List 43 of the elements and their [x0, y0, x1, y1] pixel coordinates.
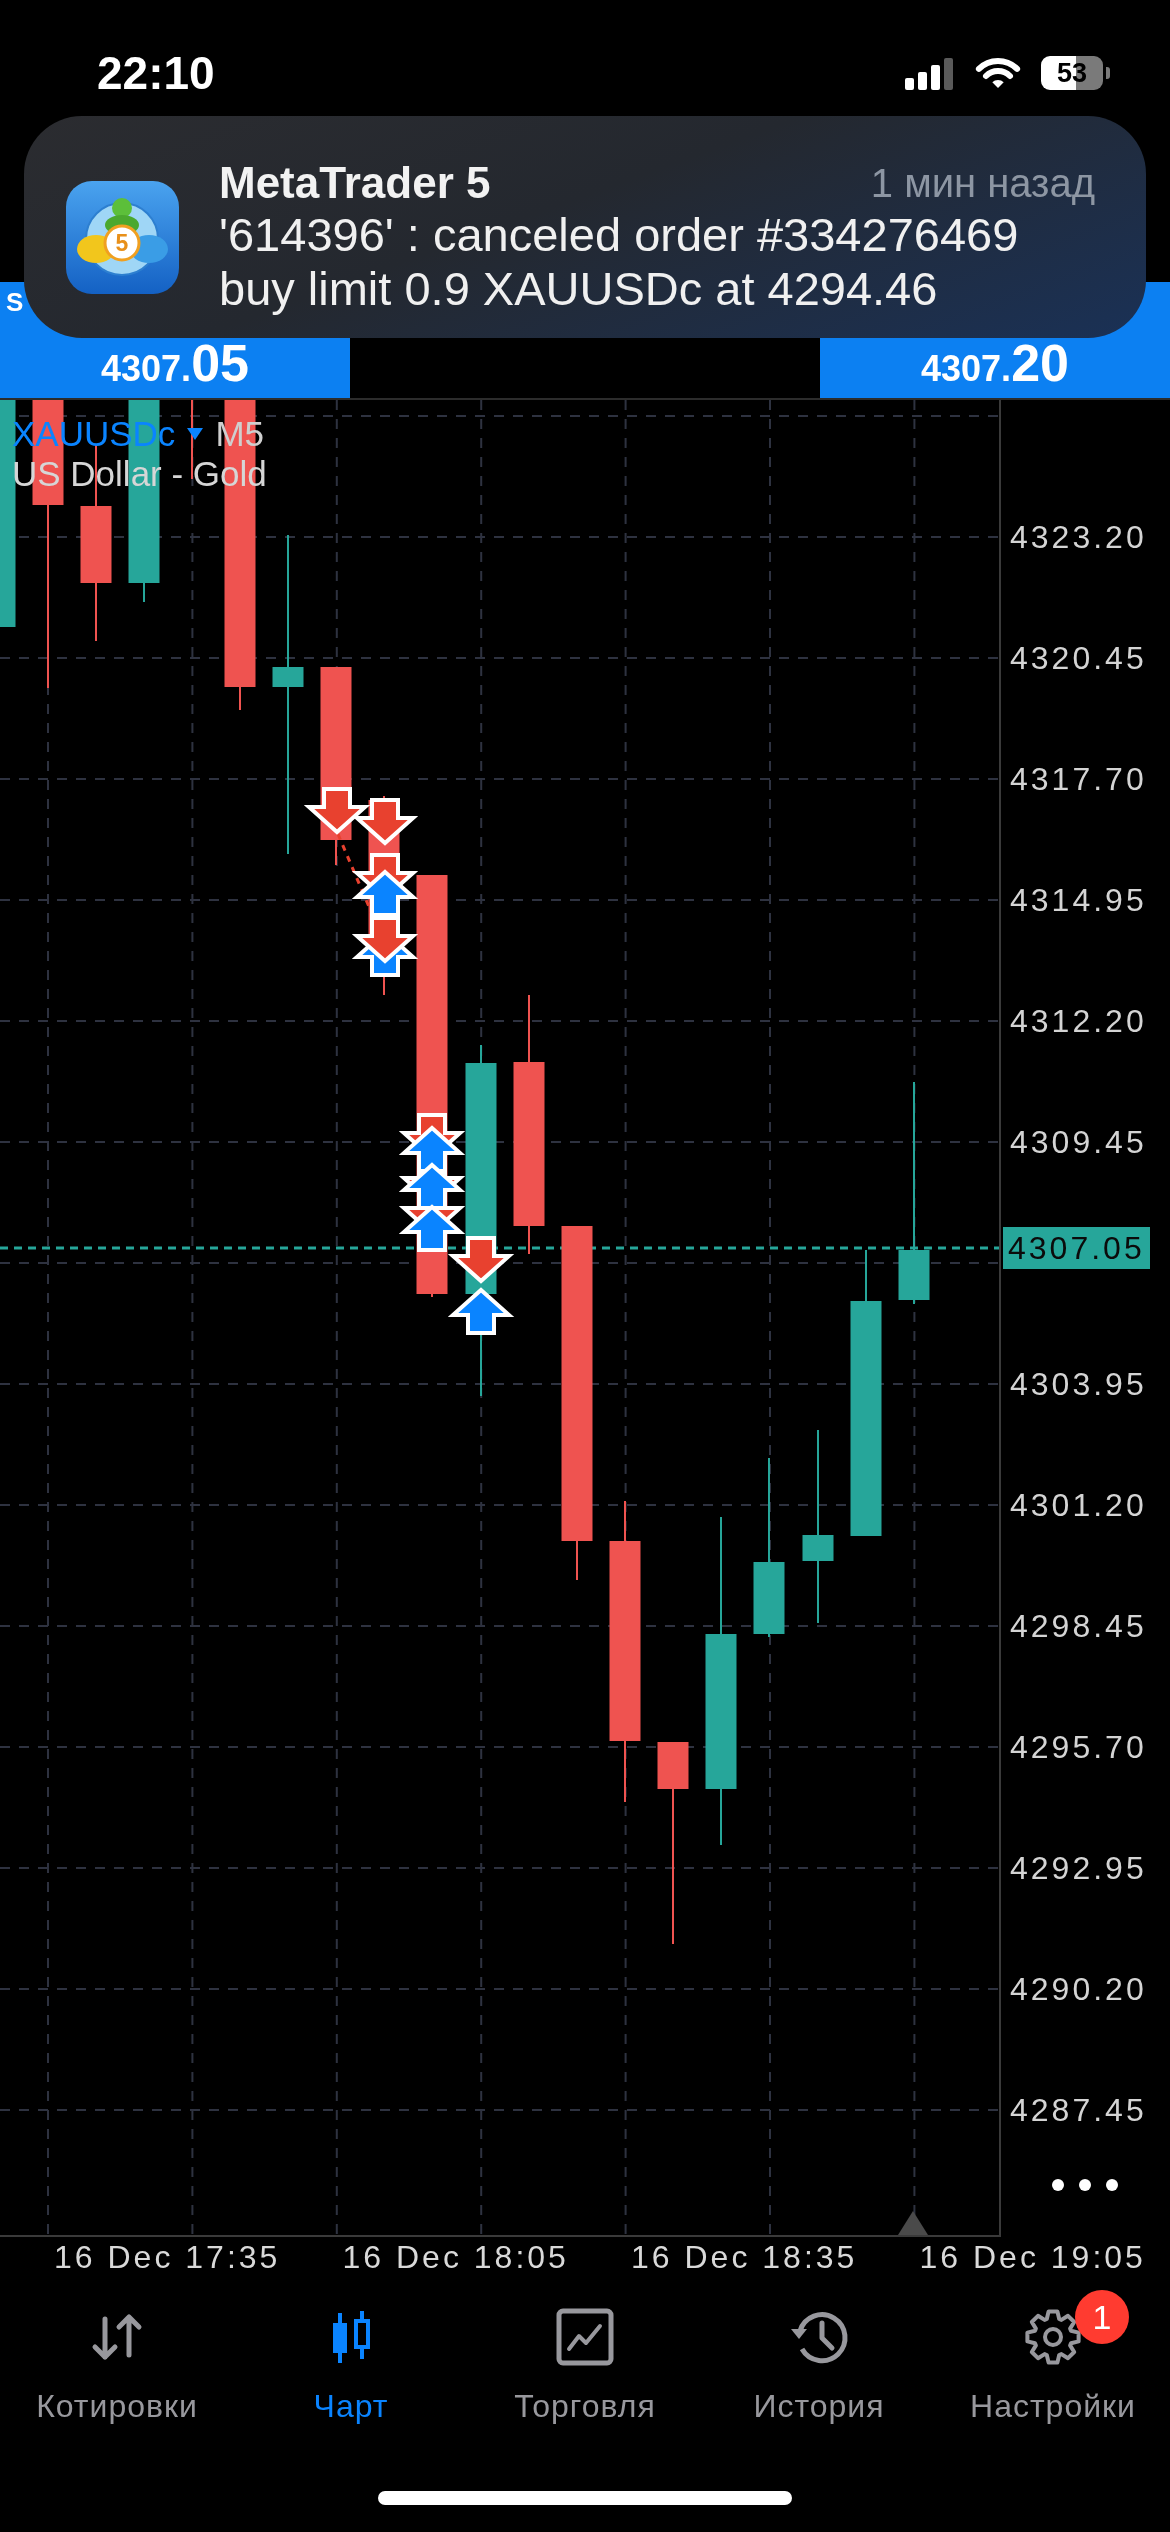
tab[interactable]: Торговля: [468, 2290, 702, 2426]
price-axis-label: 4314.95: [1010, 880, 1147, 919]
down-arrow-marker: [351, 798, 419, 846]
current-price-tag: 4307.05: [1003, 1227, 1150, 1269]
notification-badge: 1: [1075, 2290, 1129, 2344]
price-axis-label: 4298.45: [1010, 1606, 1147, 1645]
price-axis-label: 4287.45: [1010, 2090, 1147, 2129]
time-axis-label: 16 Dec 19:05: [919, 2238, 1146, 2277]
up-arrow-marker: [447, 1287, 515, 1335]
notification-app-name: MetaTrader 5: [219, 158, 491, 208]
tab[interactable]: 1 Настройки: [936, 2290, 1170, 2426]
time-axis-label: 16 Dec 17:35: [54, 2238, 281, 2277]
tab[interactable]: Котировки: [0, 2290, 234, 2426]
triangle-marker[interactable]: [898, 2211, 928, 2235]
price-axis-label: 4317.70: [1010, 759, 1147, 798]
price-axis-label: 4303.95: [1010, 1364, 1147, 1403]
price-axis-label: 4292.95: [1010, 1848, 1147, 1887]
tab[interactable]: История: [702, 2290, 936, 2426]
dropdown-caret-icon[interactable]: [187, 428, 204, 440]
price-axis-label: 4295.70: [1010, 1727, 1147, 1766]
signal-icon: [905, 56, 955, 90]
more-icon[interactable]: [1052, 2179, 1118, 2191]
status-time: 22:10: [97, 46, 215, 100]
app-logo-icon: 5: [66, 181, 179, 294]
down-arrow-marker: [351, 916, 419, 964]
down-arrow-marker: [447, 1236, 515, 1284]
notification-toast[interactable]: 5 MetaTrader 5 1 мин назад '614396' : canceled order #334276469 buy limit 0.9 XAUUSDc at 4294.46: [24, 116, 1146, 338]
time-axis-label: 16 Dec 18:35: [631, 2238, 858, 2277]
price-axis-label: 4320.45: [1010, 638, 1147, 677]
battery-indicator: 53: [1041, 56, 1110, 90]
price-axis-label: 4301.20: [1010, 1485, 1147, 1524]
time-axis-label: 16 Dec 18:05: [342, 2238, 569, 2277]
price-axis-label: 4323.20: [1010, 517, 1147, 556]
up-arrow-marker: [398, 1204, 466, 1252]
line-chart-icon: [555, 2307, 615, 2367]
price-axis-label: 4312.20: [1010, 1001, 1147, 1040]
price-axis-label: 4309.45: [1010, 1122, 1147, 1161]
up-arrow-marker: [351, 869, 419, 917]
down-arrow-marker: [303, 787, 371, 835]
tab[interactable]: Чарт: [234, 2290, 468, 2426]
price-axis-label: 4290.20: [1010, 1969, 1147, 2008]
settings-icon: [1023, 2307, 1083, 2367]
notification-time: 1 мин назад: [870, 160, 1095, 207]
